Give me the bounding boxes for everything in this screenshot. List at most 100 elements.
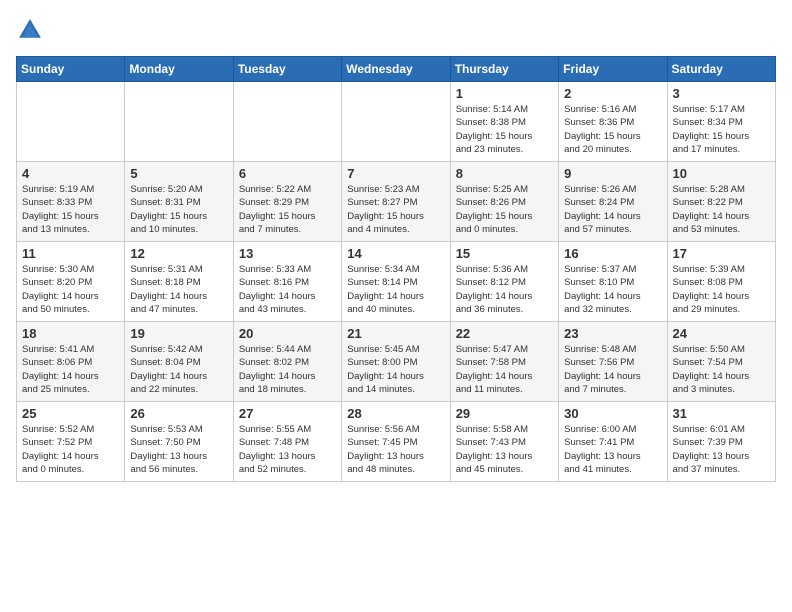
day-number: 1 [456, 86, 553, 101]
day-info: Sunrise: 5:16 AM Sunset: 8:36 PM Dayligh… [564, 103, 661, 156]
day-number: 27 [239, 406, 336, 421]
day-number: 10 [673, 166, 770, 181]
day-number: 8 [456, 166, 553, 181]
day-info: Sunrise: 5:30 AM Sunset: 8:20 PM Dayligh… [22, 263, 119, 316]
calendar-day-cell: 16 Sunrise: 5:37 AM Sunset: 8:10 PM Dayli… [559, 242, 667, 322]
calendar-week-row: 25Sunrise: 5:52 AM Sunset: 7:52 PM Dayli… [17, 402, 776, 482]
day-number: 21 [347, 326, 444, 341]
calendar-day-cell: 30Sunrise: 6:00 AM Sunset: 7:41 PM Dayli… [559, 402, 667, 482]
day-info: Sunrise: 5:26 AM Sunset: 8:24 PM Dayligh… [564, 183, 661, 236]
day-info: Sunrise: 5:20 AM Sunset: 8:31 PM Dayligh… [130, 183, 227, 236]
day-info: Sunrise: 5:44 AM Sunset: 8:02 PM Dayligh… [239, 343, 336, 396]
calendar-day-header: Thursday [450, 57, 558, 82]
calendar-header-row: SundayMondayTuesdayWednesdayThursdayFrid… [17, 57, 776, 82]
day-number: 20 [239, 326, 336, 341]
day-info: Sunrise: 5:48 AM Sunset: 7:56 PM Dayligh… [564, 343, 661, 396]
day-info: Sunrise: 5:42 AM Sunset: 8:04 PM Dayligh… [130, 343, 227, 396]
day-number: 18 [22, 326, 119, 341]
calendar-day-header: Tuesday [233, 57, 341, 82]
calendar-day-cell: 8 Sunrise: 5:25 AM Sunset: 8:26 PM Daylig… [450, 162, 558, 242]
day-number: 26 [130, 406, 227, 421]
day-number: 19 [130, 326, 227, 341]
day-number: 4 [22, 166, 119, 181]
calendar-day-cell: 5 Sunrise: 5:20 AM Sunset: 8:31 PM Daylig… [125, 162, 233, 242]
day-info: Sunrise: 5:14 AM Sunset: 8:38 PM Dayligh… [456, 103, 553, 156]
calendar-day-cell: 12 Sunrise: 5:31 AM Sunset: 8:18 PM Dayli… [125, 242, 233, 322]
day-info: Sunrise: 6:01 AM Sunset: 7:39 PM Dayligh… [673, 423, 770, 476]
header [16, 16, 776, 44]
day-info: Sunrise: 5:41 AM Sunset: 8:06 PM Dayligh… [22, 343, 119, 396]
calendar-day-cell: 24 Sunrise: 5:50 AM Sunset: 7:54 PM Dayli… [667, 322, 775, 402]
calendar-day-cell: 21 Sunrise: 5:45 AM Sunset: 8:00 PM Dayli… [342, 322, 450, 402]
calendar-day-cell: 22 Sunrise: 5:47 AM Sunset: 7:58 PM Dayli… [450, 322, 558, 402]
calendar-day-cell: 9Sunrise: 5:26 AM Sunset: 8:24 PM Daylig… [559, 162, 667, 242]
day-info: Sunrise: 5:19 AM Sunset: 8:33 PM Dayligh… [22, 183, 119, 236]
calendar-table: SundayMondayTuesdayWednesdayThursdayFrid… [16, 56, 776, 482]
calendar-week-row: 18 Sunrise: 5:41 AM Sunset: 8:06 PM Dayli… [17, 322, 776, 402]
calendar-day-cell: 10 Sunrise: 5:28 AM Sunset: 8:22 PM Dayli… [667, 162, 775, 242]
calendar-day-cell [125, 82, 233, 162]
day-number: 17 [673, 246, 770, 261]
day-info: Sunrise: 5:36 AM Sunset: 8:12 PM Dayligh… [456, 263, 553, 316]
day-number: 28 [347, 406, 444, 421]
logo-icon [16, 16, 44, 44]
day-number: 2 [564, 86, 661, 101]
day-info: Sunrise: 5:37 AM Sunset: 8:10 PM Dayligh… [564, 263, 661, 316]
day-info: Sunrise: 5:25 AM Sunset: 8:26 PM Dayligh… [456, 183, 553, 236]
calendar-day-cell: 17Sunrise: 5:39 AM Sunset: 8:08 PM Dayli… [667, 242, 775, 322]
day-info: Sunrise: 5:56 AM Sunset: 7:45 PM Dayligh… [347, 423, 444, 476]
calendar-day-cell: 20 Sunrise: 5:44 AM Sunset: 8:02 PM Dayli… [233, 322, 341, 402]
calendar-day-cell: 6 Sunrise: 5:22 AM Sunset: 8:29 PM Daylig… [233, 162, 341, 242]
day-info: Sunrise: 5:45 AM Sunset: 8:00 PM Dayligh… [347, 343, 444, 396]
day-info: Sunrise: 5:52 AM Sunset: 7:52 PM Dayligh… [22, 423, 119, 476]
calendar-day-cell: 29Sunrise: 5:58 AM Sunset: 7:43 PM Dayli… [450, 402, 558, 482]
day-number: 11 [22, 246, 119, 261]
day-number: 22 [456, 326, 553, 341]
day-info: Sunrise: 5:58 AM Sunset: 7:43 PM Dayligh… [456, 423, 553, 476]
day-info: Sunrise: 5:28 AM Sunset: 8:22 PM Dayligh… [673, 183, 770, 236]
day-number: 5 [130, 166, 227, 181]
calendar-day-cell: 1 Sunrise: 5:14 AM Sunset: 8:38 PM Daylig… [450, 82, 558, 162]
day-number: 13 [239, 246, 336, 261]
calendar-day-cell: 25Sunrise: 5:52 AM Sunset: 7:52 PM Dayli… [17, 402, 125, 482]
calendar-day-cell: 27Sunrise: 5:55 AM Sunset: 7:48 PM Dayli… [233, 402, 341, 482]
calendar-day-cell: 11 Sunrise: 5:30 AM Sunset: 8:20 PM Dayli… [17, 242, 125, 322]
day-info: Sunrise: 5:50 AM Sunset: 7:54 PM Dayligh… [673, 343, 770, 396]
day-number: 12 [130, 246, 227, 261]
day-info: Sunrise: 5:53 AM Sunset: 7:50 PM Dayligh… [130, 423, 227, 476]
calendar-day-cell: 23Sunrise: 5:48 AM Sunset: 7:56 PM Dayli… [559, 322, 667, 402]
day-number: 3 [673, 86, 770, 101]
day-info: Sunrise: 5:22 AM Sunset: 8:29 PM Dayligh… [239, 183, 336, 236]
calendar-day-cell: 15 Sunrise: 5:36 AM Sunset: 8:12 PM Dayli… [450, 242, 558, 322]
day-number: 16 [564, 246, 661, 261]
day-info: Sunrise: 5:23 AM Sunset: 8:27 PM Dayligh… [347, 183, 444, 236]
day-number: 14 [347, 246, 444, 261]
calendar-day-cell: 3 Sunrise: 5:17 AM Sunset: 8:34 PM Daylig… [667, 82, 775, 162]
calendar-day-cell: 2 Sunrise: 5:16 AM Sunset: 8:36 PM Daylig… [559, 82, 667, 162]
day-number: 30 [564, 406, 661, 421]
calendar-week-row: 11 Sunrise: 5:30 AM Sunset: 8:20 PM Dayli… [17, 242, 776, 322]
day-number: 31 [673, 406, 770, 421]
calendar-day-cell [233, 82, 341, 162]
calendar-week-row: 4 Sunrise: 5:19 AM Sunset: 8:33 PM Daylig… [17, 162, 776, 242]
day-info: Sunrise: 5:17 AM Sunset: 8:34 PM Dayligh… [673, 103, 770, 156]
calendar-day-cell: 28 Sunrise: 5:56 AM Sunset: 7:45 PM Dayli… [342, 402, 450, 482]
day-info: Sunrise: 5:47 AM Sunset: 7:58 PM Dayligh… [456, 343, 553, 396]
calendar-day-cell: 13Sunrise: 5:33 AM Sunset: 8:16 PM Dayli… [233, 242, 341, 322]
calendar-day-cell: 4 Sunrise: 5:19 AM Sunset: 8:33 PM Daylig… [17, 162, 125, 242]
day-number: 7 [347, 166, 444, 181]
calendar-day-header: Friday [559, 57, 667, 82]
calendar-week-row: 1 Sunrise: 5:14 AM Sunset: 8:38 PM Daylig… [17, 82, 776, 162]
calendar-day-header: Monday [125, 57, 233, 82]
calendar-day-cell: 31 Sunrise: 6:01 AM Sunset: 7:39 PM Dayli… [667, 402, 775, 482]
calendar-day-cell [17, 82, 125, 162]
calendar-day-cell: 14Sunrise: 5:34 AM Sunset: 8:14 PM Dayli… [342, 242, 450, 322]
day-info: Sunrise: 5:31 AM Sunset: 8:18 PM Dayligh… [130, 263, 227, 316]
day-number: 6 [239, 166, 336, 181]
calendar-day-header: Wednesday [342, 57, 450, 82]
day-number: 24 [673, 326, 770, 341]
calendar-day-cell: 18 Sunrise: 5:41 AM Sunset: 8:06 PM Dayli… [17, 322, 125, 402]
day-number: 15 [456, 246, 553, 261]
calendar-day-cell: 19 Sunrise: 5:42 AM Sunset: 8:04 PM Dayli… [125, 322, 233, 402]
calendar-day-cell: 26 Sunrise: 5:53 AM Sunset: 7:50 PM Dayli… [125, 402, 233, 482]
